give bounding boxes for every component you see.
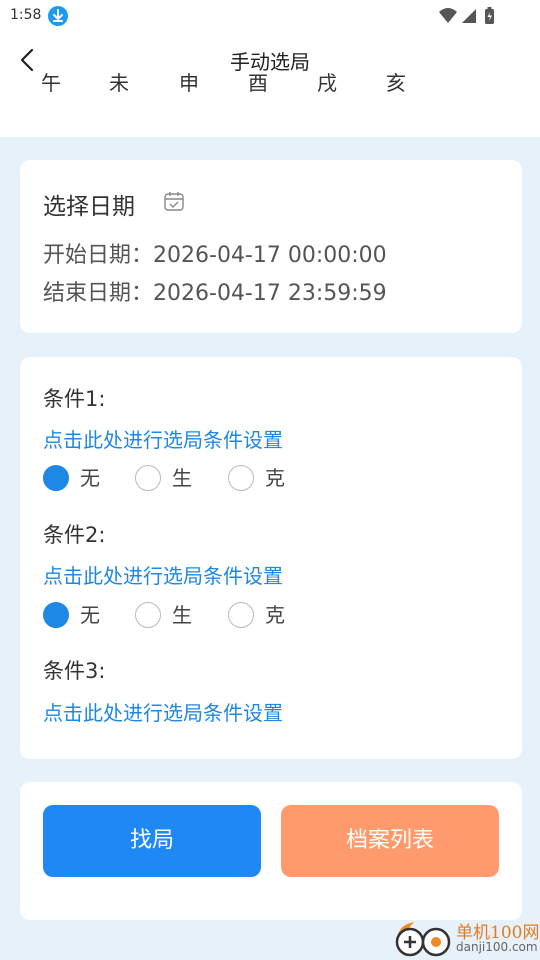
- condition-2-label: 条件2:: [43, 523, 106, 547]
- condition-2-option-ke[interactable]: 克: [228, 601, 318, 629]
- start-date-value: 2026-04-17 00:00:00: [153, 243, 387, 268]
- condition-3-label: 条件3:: [43, 659, 106, 683]
- header: 手动选局 午 未 申 酉 戌 亥: [0, 32, 540, 137]
- condition-1-settings-link[interactable]: 点击此处进行选局条件设置: [43, 424, 283, 453]
- ganzhi-item[interactable]: 戌: [312, 68, 342, 98]
- conditions-card: 条件1: 点击此处进行选局条件设置 无 生 克 条件2: 点击此处进行选局条件设…: [20, 357, 522, 759]
- wifi-icon: [439, 8, 457, 23]
- find-button[interactable]: 找局: [43, 805, 261, 877]
- condition-1-option-ke[interactable]: 克: [228, 464, 318, 492]
- date-card: 选择日期 开始日期：2026-04-17 00:00:00 结束日期：2026-…: [20, 160, 522, 333]
- radio-checked-icon: [43, 602, 69, 628]
- condition-1-option-none[interactable]: 无: [43, 464, 133, 492]
- radio-unchecked-icon: [228, 465, 254, 491]
- radio-unchecked-icon: [228, 602, 254, 628]
- start-date-label: 开始日期：: [43, 243, 154, 268]
- calendar-icon[interactable]: [163, 190, 185, 212]
- battery-icon: [485, 7, 494, 24]
- archive-list-button[interactable]: 档案列表: [281, 805, 499, 877]
- system-icons: [438, 6, 508, 26]
- download-icon: [48, 6, 68, 26]
- signal-icon: [462, 9, 476, 23]
- end-date-row[interactable]: 结束日期：2026-04-17 23:59:59: [43, 275, 387, 307]
- status-bar: 1:58: [0, 0, 540, 32]
- date-card-title: 选择日期: [43, 194, 135, 220]
- radio-label: 克: [265, 466, 285, 490]
- ganzhi-item[interactable]: 亥: [381, 68, 411, 98]
- status-time: 1:58: [10, 7, 42, 23]
- ganzhi-row: 午 未 申 酉 戌 亥: [0, 71, 540, 110]
- ganzhi-item[interactable]: 酉: [243, 68, 273, 98]
- ganzhi-item[interactable]: 午: [36, 68, 66, 98]
- watermark-logo-icon: [392, 916, 456, 960]
- radio-checked-icon: [43, 465, 69, 491]
- radio-label: 克: [265, 603, 285, 627]
- radio-label: 无: [80, 466, 100, 490]
- condition-1-option-sheng[interactable]: 生: [135, 464, 225, 492]
- radio-unchecked-icon: [135, 465, 161, 491]
- start-date-row[interactable]: 开始日期：2026-04-17 00:00:00: [43, 237, 387, 269]
- end-date-value: 2026-04-17 23:59:59: [153, 281, 387, 306]
- actions-card: 找局 档案列表: [20, 782, 522, 920]
- radio-label: 生: [172, 466, 192, 490]
- radio-unchecked-icon: [135, 602, 161, 628]
- watermark: 单机100网 danji100.com: [392, 916, 540, 960]
- condition-2-option-sheng[interactable]: 生: [135, 601, 225, 629]
- watermark-url: danji100.com: [456, 940, 538, 954]
- radio-label: 无: [80, 603, 100, 627]
- condition-1-label: 条件1:: [43, 387, 106, 411]
- ganzhi-item[interactable]: 未: [104, 68, 134, 98]
- end-date-label: 结束日期：: [43, 281, 154, 306]
- condition-2-option-none[interactable]: 无: [43, 601, 133, 629]
- condition-3-settings-link[interactable]: 点击此处进行选局条件设置: [43, 697, 283, 726]
- radio-label: 生: [172, 603, 192, 627]
- condition-2-settings-link[interactable]: 点击此处进行选局条件设置: [43, 560, 283, 589]
- ganzhi-item[interactable]: 申: [174, 68, 204, 98]
